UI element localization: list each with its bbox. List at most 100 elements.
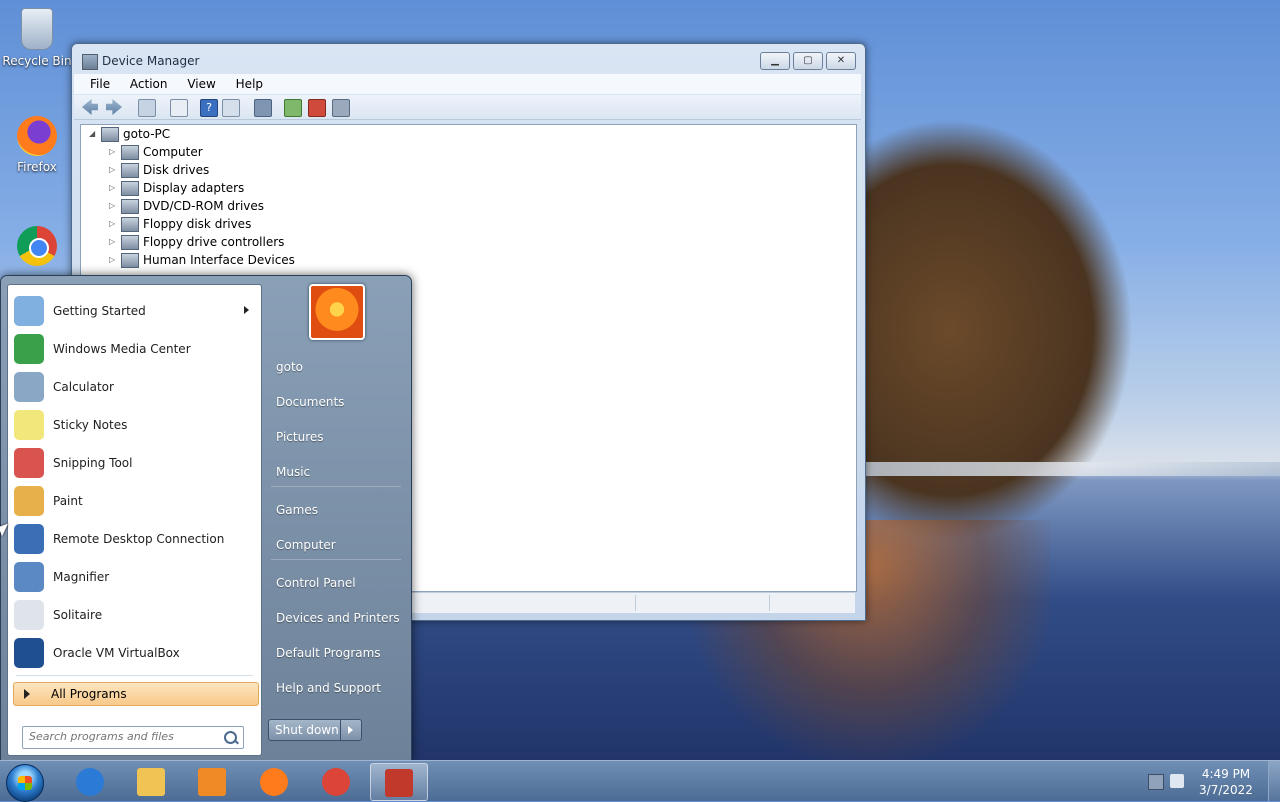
- back-arrow-icon[interactable]: [82, 99, 98, 115]
- shutdown-options-arrow-icon[interactable]: [348, 726, 353, 734]
- start-link-devices-and-printers[interactable]: Devices and Printers: [276, 611, 400, 625]
- program-item[interactable]: Oracle VM VirtualBox: [8, 635, 261, 671]
- search-icon[interactable]: [224, 731, 237, 744]
- start-link-documents[interactable]: Documents: [276, 395, 344, 409]
- menu-bar: File Action View Help: [74, 74, 861, 94]
- title-bar[interactable]: Device Manager ▁ ▢ ✕: [72, 44, 865, 74]
- expand-arrow-icon[interactable]: ▷: [109, 179, 119, 197]
- tree-node-floppy-controllers[interactable]: ▷ Floppy drive controllers: [109, 233, 284, 251]
- program-item[interactable]: Sticky Notes: [8, 407, 261, 443]
- program-item[interactable]: Remote Desktop Connection: [8, 521, 261, 557]
- collapse-arrow-icon[interactable]: ◢: [89, 125, 99, 143]
- show-desktop-button[interactable]: [1268, 761, 1280, 801]
- help-icon[interactable]: ?: [200, 99, 218, 117]
- update-driver-icon[interactable]: [284, 99, 302, 117]
- program-label: Windows Media Center: [53, 342, 191, 356]
- media-center-icon: [14, 334, 44, 364]
- action-center-flag-icon[interactable]: [1148, 774, 1164, 790]
- expand-arrow-icon[interactable]: ▷: [109, 233, 119, 251]
- action-pane-icon[interactable]: [222, 99, 240, 117]
- scan-hardware-icon[interactable]: [254, 99, 272, 117]
- tree-root[interactable]: ◢ goto-PC: [89, 125, 170, 143]
- menu-view[interactable]: View: [179, 75, 223, 93]
- desktop-icon-recycle-bin[interactable]: Recycle Bin: [2, 8, 72, 68]
- properties-icon[interactable]: [170, 99, 188, 117]
- show-hide-tree-icon[interactable]: [138, 99, 156, 117]
- chrome-icon: [17, 226, 57, 266]
- tree-node-hid[interactable]: ▷ Human Interface Devices: [109, 251, 295, 269]
- taskbar-app-button[interactable]: [123, 763, 179, 799]
- tree-node-computer[interactable]: ▷ Computer: [109, 143, 203, 161]
- forward-arrow-icon[interactable]: [106, 99, 122, 115]
- expand-arrow-icon[interactable]: ▷: [109, 197, 119, 215]
- menu-action[interactable]: Action: [122, 75, 176, 93]
- taskbar: 4:49 PM 3/7/2022: [0, 760, 1280, 802]
- program-item[interactable]: Getting Started: [8, 293, 261, 329]
- disk-drive-icon: [121, 163, 139, 178]
- taskbar-app-button[interactable]: [246, 763, 302, 799]
- start-link-control-panel[interactable]: Control Panel: [276, 576, 356, 590]
- shutdown-divider: [340, 720, 341, 740]
- program-item[interactable]: Magnifier: [8, 559, 261, 595]
- tree-node-disk-drives[interactable]: ▷ Disk drives: [109, 161, 209, 179]
- clock[interactable]: 4:49 PM 3/7/2022: [1195, 766, 1257, 798]
- computer-icon: [101, 127, 119, 142]
- taskbar-app-button[interactable]: [62, 763, 118, 799]
- close-button[interactable]: ✕: [826, 52, 856, 70]
- program-item[interactable]: Solitaire: [8, 597, 261, 633]
- all-programs-button[interactable]: All Programs: [13, 682, 259, 706]
- device-manager-icon: [385, 769, 413, 797]
- status-divider: [769, 595, 770, 611]
- menu-help[interactable]: Help: [228, 75, 271, 93]
- start-link-goto[interactable]: goto: [276, 360, 303, 374]
- program-label: Paint: [53, 494, 83, 508]
- start-link-default-programs[interactable]: Default Programs: [276, 646, 381, 660]
- floppy-drive-icon: [121, 217, 139, 232]
- start-link-help-and-support[interactable]: Help and Support: [276, 681, 381, 695]
- expand-arrow-icon[interactable]: ▷: [109, 215, 119, 233]
- firefox-icon: [260, 768, 288, 796]
- program-item[interactable]: Snipping Tool: [8, 445, 261, 481]
- start-link-music[interactable]: Music: [276, 465, 310, 479]
- internet-explorer-icon: [76, 768, 104, 796]
- taskbar-app-button[interactable]: [184, 763, 240, 799]
- program-item[interactable]: Calculator: [8, 369, 261, 405]
- tree-node-dvd-drives[interactable]: ▷ DVD/CD-ROM drives: [109, 197, 264, 215]
- start-menu: Getting Started Windows Media Center Calcu…: [0, 275, 412, 762]
- expand-arrow-icon[interactable]: ▷: [109, 251, 119, 269]
- tree-node-floppy-disk-drives[interactable]: ▷ Floppy disk drives: [109, 215, 251, 233]
- media-player-icon: [198, 768, 226, 796]
- taskbar-app-button[interactable]: [370, 763, 428, 801]
- program-item[interactable]: Windows Media Center: [8, 331, 261, 367]
- search-box[interactable]: [22, 726, 244, 749]
- menu-file[interactable]: File: [82, 75, 118, 93]
- desktop-icon-chrome[interactable]: [2, 226, 72, 270]
- disable-device-icon[interactable]: [332, 99, 350, 117]
- expand-arrow-icon[interactable]: ▷: [109, 143, 119, 161]
- magnifier-icon: [14, 562, 44, 592]
- paint-palette-icon: [14, 486, 44, 516]
- arrow-right-icon: [24, 689, 30, 699]
- tree-node-display-adapters[interactable]: ▷ Display adapters: [109, 179, 244, 197]
- uninstall-device-icon[interactable]: [308, 99, 326, 117]
- solitaire-icon: [14, 600, 44, 630]
- programs-pane: Getting Started Windows Media Center Calcu…: [7, 284, 262, 756]
- maximize-button[interactable]: ▢: [793, 52, 823, 70]
- start-link-games[interactable]: Games: [276, 503, 318, 517]
- volume-icon[interactable]: [1170, 774, 1184, 788]
- expand-arrow-icon[interactable]: ▷: [109, 161, 119, 179]
- taskbar-app-button[interactable]: [308, 763, 364, 799]
- user-avatar[interactable]: [309, 284, 365, 340]
- program-label: Sticky Notes: [53, 418, 128, 432]
- dvd-drive-icon: [121, 199, 139, 214]
- minimize-button[interactable]: ▁: [760, 52, 790, 70]
- program-item[interactable]: Paint: [8, 483, 261, 519]
- start-button[interactable]: [6, 764, 44, 802]
- search-input[interactable]: [23, 727, 219, 746]
- start-link-computer[interactable]: Computer: [276, 538, 336, 552]
- recycle-bin-icon: [21, 8, 53, 50]
- desktop-icon-firefox[interactable]: Firefox: [2, 116, 72, 174]
- start-link-pictures[interactable]: Pictures: [276, 430, 324, 444]
- floppy-controller-icon: [121, 235, 139, 250]
- shutdown-button[interactable]: Shut down: [268, 719, 362, 741]
